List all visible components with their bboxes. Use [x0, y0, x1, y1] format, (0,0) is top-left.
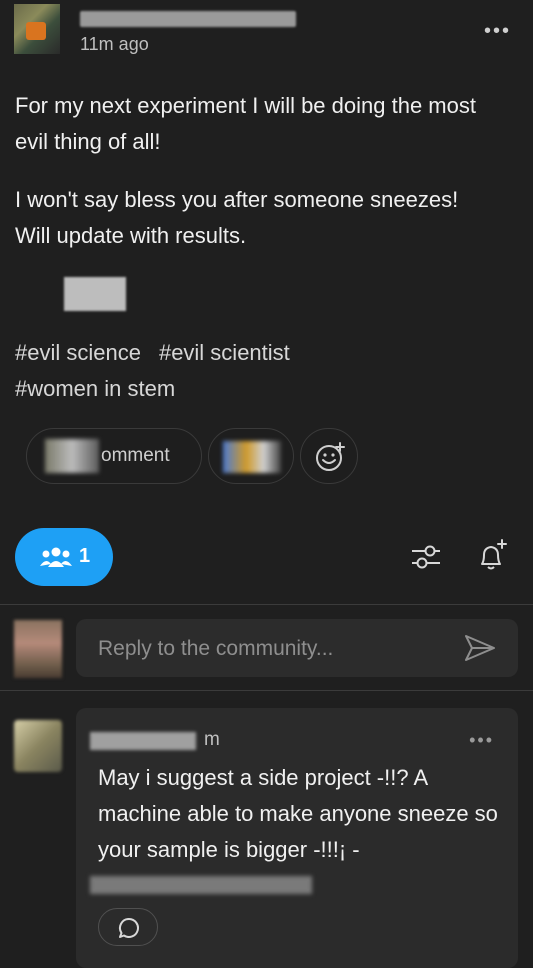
my-avatar[interactable]	[14, 620, 62, 678]
tag-list-line-2: #women in stem	[15, 371, 515, 407]
post-more-button[interactable]: •••	[484, 20, 511, 43]
bell-add-icon[interactable]	[474, 538, 510, 574]
comment-redacted-line	[90, 876, 312, 894]
author-name-redacted[interactable]	[80, 11, 296, 27]
comment-more-button[interactable]: •••	[469, 730, 494, 751]
send-icon[interactable]	[464, 633, 496, 663]
comment-icon-redacted	[45, 439, 99, 473]
tag-evil-scientist[interactable]: #evil scientist	[159, 340, 290, 365]
redacted-image	[64, 277, 126, 311]
speech-bubble-icon	[118, 917, 139, 938]
people-icon	[40, 547, 72, 567]
comment-text: May i suggest a side project -!!? A mach…	[98, 765, 498, 862]
comment-card: m ••• May i suggest a side project -!!? …	[76, 708, 518, 968]
filter-sliders-icon[interactable]	[410, 541, 442, 573]
post-time: 11m ago	[80, 34, 149, 54]
reply-box[interactable]	[76, 619, 518, 679]
tag-list: #evil science #evil scientist	[15, 335, 515, 371]
comment-button[interactable]: omment	[26, 428, 202, 484]
author-avatar[interactable]	[14, 4, 60, 54]
divider-bottom	[0, 690, 533, 691]
emoji-add-icon	[316, 442, 345, 471]
reblog-icon	[223, 441, 281, 473]
post-paragraph-2: I won't say bless you after someone snee…	[15, 187, 459, 248]
members-count: 1	[79, 545, 91, 567]
commenter-avatar[interactable]	[14, 720, 62, 772]
tag-evil-science[interactable]: #evil science	[15, 340, 141, 365]
reply-input[interactable]	[96, 619, 440, 679]
comment-time: m	[204, 729, 220, 750]
comment-reply-button[interactable]	[98, 908, 158, 946]
divider-top	[0, 604, 533, 605]
post-paragraph-1: For my next experiment I will be doing t…	[15, 93, 476, 154]
tag-women-in-stem[interactable]: #women in stem	[15, 376, 175, 401]
comment-label: omment	[101, 445, 170, 466]
commenter-name-redacted[interactable]	[90, 732, 196, 750]
reblog-button[interactable]	[208, 428, 294, 484]
community-members-button[interactable]: 1	[15, 528, 113, 586]
add-reaction-button[interactable]	[300, 428, 358, 484]
